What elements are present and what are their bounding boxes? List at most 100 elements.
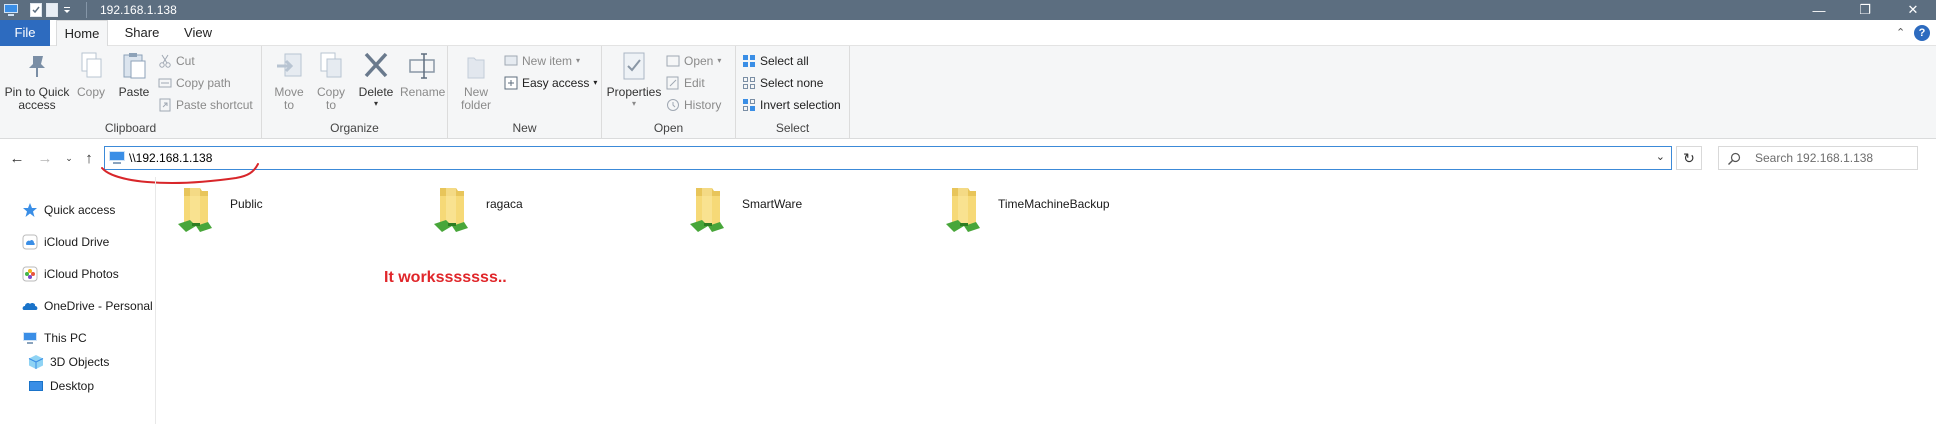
address-dropdown-icon[interactable]: ⌄ bbox=[1656, 150, 1665, 163]
help-icon[interactable]: ? bbox=[1914, 25, 1930, 41]
clipboard-group: Pin to Quick access Copy Paste Cut Copy … bbox=[0, 46, 262, 139]
icloud-photos-icon bbox=[22, 266, 38, 282]
paste-shortcut-button[interactable]: Paste shortcut bbox=[158, 95, 253, 114]
search-box[interactable] bbox=[1718, 146, 1918, 170]
nav-item-label: Quick access bbox=[44, 203, 116, 217]
address-bar[interactable]: \\192.168.1.138 ⌄ bbox=[104, 146, 1672, 170]
nav-item-label: This PC bbox=[44, 331, 87, 345]
paste-icon bbox=[118, 50, 150, 82]
cut-button[interactable]: Cut bbox=[158, 51, 195, 70]
history-label: History bbox=[684, 97, 722, 112]
paste-shortcut-icon bbox=[159, 98, 171, 111]
customize-quick-access-icon[interactable] bbox=[62, 2, 72, 18]
navigation-pane: Quick access iCloud Drive iCloud Photos … bbox=[0, 177, 156, 424]
nav-item-label: OneDrive - Personal bbox=[44, 299, 153, 313]
folder-name: Public bbox=[230, 197, 263, 211]
computer-icon bbox=[23, 332, 37, 344]
folder-item-timemachinebackup[interactable]: TimeMachineBackup bbox=[946, 186, 1166, 236]
edit-button[interactable]: Edit bbox=[666, 73, 705, 92]
arrow-right-icon: → bbox=[37, 149, 53, 167]
pin-to-quick-access-button[interactable]: Pin to Quick access bbox=[2, 50, 72, 112]
nav-item-label: Desktop bbox=[50, 379, 95, 393]
new-folder-button[interactable]: New folder bbox=[456, 50, 496, 112]
rename-button[interactable]: Rename bbox=[400, 50, 446, 99]
nav-item-desktop[interactable]: Desktop bbox=[28, 375, 94, 397]
nav-item-onedrive[interactable]: OneDrive - Personal bbox=[22, 295, 153, 317]
new-item-button[interactable]: New item ▾ bbox=[504, 51, 580, 70]
close-button[interactable]: ✕ bbox=[1890, 0, 1936, 20]
easy-access-icon bbox=[504, 76, 518, 89]
open-group: Properties ▾ Open ▾ Edit History Open bbox=[602, 46, 736, 139]
select-all-icon bbox=[743, 54, 755, 67]
minimize-button[interactable]: — bbox=[1796, 0, 1842, 20]
nav-item-label: 3D Objects bbox=[50, 355, 110, 369]
open-icon bbox=[666, 55, 680, 66]
nav-item-quick-access[interactable]: Quick access bbox=[22, 199, 115, 221]
refresh-icon: ↻ bbox=[1683, 149, 1695, 166]
recent-locations-button[interactable]: ⌄ bbox=[58, 147, 80, 169]
nav-item-icloud-photos[interactable]: iCloud Photos bbox=[22, 263, 119, 285]
copy-to-button[interactable]: Copy to bbox=[312, 50, 350, 112]
scissors-icon bbox=[159, 54, 171, 68]
collapse-ribbon-icon[interactable]: ⌃ bbox=[1896, 26, 1905, 39]
copy-path-label: Copy path bbox=[176, 75, 231, 90]
properties-quick-icon[interactable] bbox=[30, 2, 42, 18]
select-all-label: Select all bbox=[760, 53, 809, 68]
select-all-button[interactable]: Select all bbox=[742, 51, 809, 70]
arrow-up-icon: ↑ bbox=[85, 149, 93, 167]
nav-item-icloud-drive[interactable]: iCloud Drive bbox=[22, 231, 109, 253]
tab-view[interactable]: View bbox=[172, 20, 224, 46]
ribbon-tabs: File Home Share View ⌃ ? bbox=[0, 20, 1936, 46]
properties-icon bbox=[618, 50, 650, 82]
delete-icon bbox=[360, 50, 392, 82]
forward-button[interactable]: → bbox=[34, 147, 56, 169]
shared-folder-icon bbox=[690, 188, 724, 232]
select-group: Select all Select none Invert selection … bbox=[736, 46, 850, 139]
cut-label: Cut bbox=[176, 53, 195, 68]
history-icon bbox=[667, 98, 679, 111]
address-row: ← → ⌄ ↑ \\192.168.1.138 ⌄ ↻ bbox=[0, 139, 1936, 177]
pin-label-line2: access bbox=[18, 98, 56, 112]
clipboard-group-label: Clipboard bbox=[104, 121, 157, 135]
delete-button[interactable]: Delete ▾ bbox=[356, 50, 396, 108]
organize-group-label: Organize bbox=[330, 121, 379, 135]
open-label: Open bbox=[684, 53, 714, 68]
copy-button[interactable]: Copy bbox=[76, 50, 106, 99]
organize-group: Move to Copy to Delete ▾ Rename Organize bbox=[262, 46, 448, 139]
open-group-label: Open bbox=[653, 121, 684, 135]
select-none-label: Select none bbox=[760, 75, 824, 90]
back-button[interactable]: ← bbox=[6, 147, 28, 169]
rename-icon bbox=[406, 50, 438, 82]
nav-item-this-pc[interactable]: This PC bbox=[22, 327, 87, 349]
move-to-button[interactable]: Move to bbox=[270, 50, 308, 112]
tab-share[interactable]: Share bbox=[116, 20, 168, 46]
nav-item-3d-objects[interactable]: 3D Objects bbox=[28, 351, 109, 373]
invert-selection-icon bbox=[743, 98, 755, 111]
invert-selection-button[interactable]: Invert selection bbox=[742, 95, 841, 114]
history-button[interactable]: History bbox=[666, 95, 721, 114]
folder-item-public[interactable]: Public bbox=[178, 186, 398, 236]
refresh-button[interactable]: ↻ bbox=[1676, 146, 1702, 170]
select-none-button[interactable]: Select none bbox=[742, 73, 823, 92]
new-folder-quick-icon[interactable] bbox=[46, 2, 58, 18]
shared-folder-icon bbox=[946, 188, 980, 232]
tab-home[interactable]: Home bbox=[56, 20, 108, 46]
properties-button[interactable]: Properties ▾ bbox=[606, 50, 662, 108]
ribbon: Pin to Quick access Copy Paste Cut Copy … bbox=[0, 46, 1936, 139]
easy-access-button[interactable]: Easy access ▾ bbox=[504, 73, 597, 92]
folder-item-smartware[interactable]: SmartWare bbox=[690, 186, 910, 236]
open-button[interactable]: Open ▾ bbox=[666, 51, 721, 70]
maximize-button[interactable]: ❐ bbox=[1842, 0, 1888, 20]
copy-path-button[interactable]: Copy path bbox=[158, 73, 231, 92]
search-input[interactable] bbox=[1755, 150, 1910, 166]
edit-label: Edit bbox=[684, 75, 705, 90]
window-title: 192.168.1.138 bbox=[100, 3, 177, 17]
shared-folder-icon bbox=[178, 188, 212, 232]
annotation-text: It worksssssss.. bbox=[384, 269, 507, 286]
rename-label: Rename bbox=[400, 85, 446, 99]
folder-item-ragaca[interactable]: ragaca bbox=[434, 186, 654, 236]
copy-to-label-line2: to bbox=[325, 98, 336, 112]
tab-file[interactable]: File bbox=[0, 20, 50, 46]
folder-name: ragaca bbox=[486, 197, 523, 211]
paste-button[interactable]: Paste bbox=[116, 50, 152, 99]
